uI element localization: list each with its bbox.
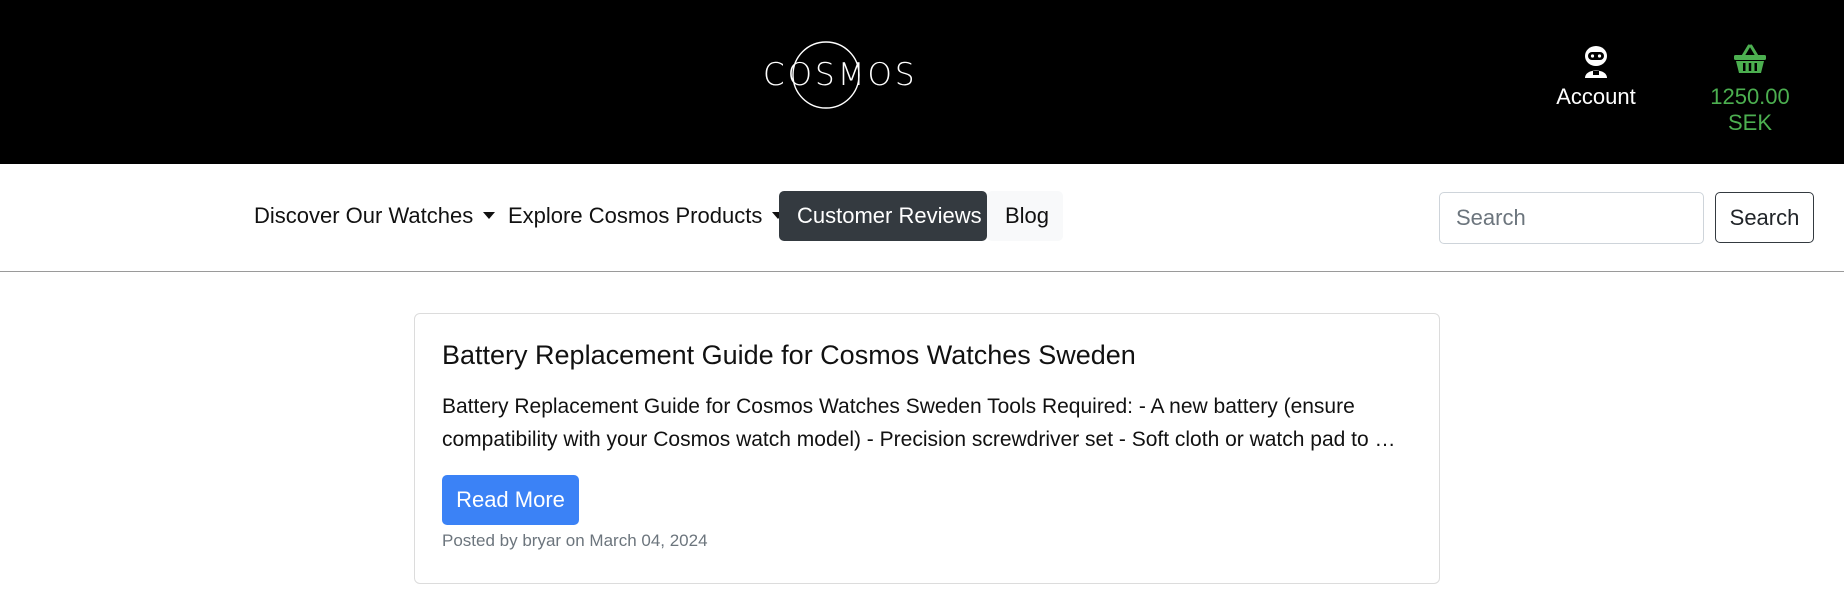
nav-blog[interactable]: Blog <box>987 191 1063 241</box>
nav-explore-label: Explore Cosmos Products <box>508 203 763 228</box>
main-navbar: Discover Our Watches Explore Cosmos Prod… <box>0 164 1844 272</box>
cart-link[interactable]: 1250.00 SEK <box>1686 44 1814 135</box>
blog-post-card: Battery Replacement Guide for Cosmos Wat… <box>414 313 1440 584</box>
post-meta: Posted by bryar on March 04, 2024 <box>442 531 708 550</box>
account-label: Account <box>1556 84 1636 109</box>
search-input[interactable] <box>1439 192 1704 244</box>
logo-text: COSMOS <box>763 57 918 93</box>
caret-down-icon <box>483 211 496 219</box>
cosmos-logo[interactable]: COSMOS <box>763 40 918 110</box>
nav-customer-reviews[interactable]: Customer Reviews <box>779 191 987 241</box>
nav-discover-watches-dropdown[interactable]: Discover Our Watches <box>254 191 496 241</box>
cart-total: 1250.00 SEK <box>1710 84 1790 135</box>
nav-reviews-label: Customer Reviews <box>797 203 982 228</box>
account-link[interactable]: Account <box>1548 44 1644 112</box>
nav-blog-label: Blog <box>1005 203 1050 228</box>
astronaut-icon <box>1585 46 1607 78</box>
site-header: COSMOS Account 1250.00 SEK <box>0 0 1844 164</box>
post-excerpt: Battery Replacement Guide for Cosmos Wat… <box>442 395 1396 451</box>
read-more-button[interactable]: Read More <box>442 475 579 525</box>
basket-icon <box>1734 44 1766 73</box>
post-title: Battery Replacement Guide for Cosmos Wat… <box>442 340 1136 370</box>
nav-explore-products-dropdown[interactable]: Explore Cosmos Products <box>508 191 785 241</box>
nav-discover-label: Discover Our Watches <box>254 203 474 228</box>
search-button[interactable]: Search <box>1715 192 1814 243</box>
